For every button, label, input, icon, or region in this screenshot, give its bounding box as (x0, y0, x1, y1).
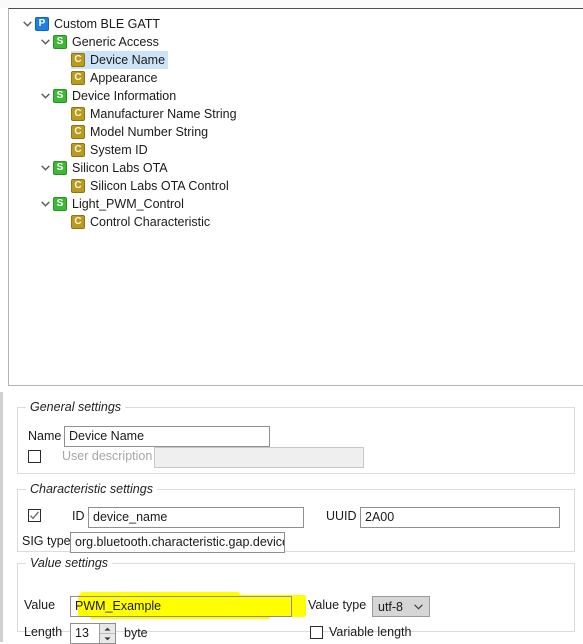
length-label: Length (24, 625, 63, 639)
name-input[interactable]: Device Name (64, 426, 270, 447)
settings-area: General settings Name Device Name User d… (0, 392, 583, 644)
tree-row[interactable]: C Control Characteristic (9, 213, 583, 231)
tree-node-label: Manufacturer Name String (90, 107, 237, 121)
characteristic-icon: C (71, 215, 85, 229)
tree-row[interactable]: C Manufacturer Name String (9, 105, 583, 123)
tree-row[interactable]: S Silicon Labs OTA (9, 159, 583, 177)
tree-node-label: Generic Access (72, 35, 159, 49)
value-type-select[interactable]: utf-8 (372, 596, 430, 617)
user-description-checkbox[interactable] (28, 450, 41, 463)
tree-row-content[interactable]: C Model Number String (71, 123, 211, 141)
service-icon: S (53, 161, 67, 175)
gatt-tree-panel: P Custom BLE GATT S Generic Access C Device N… (8, 8, 583, 386)
length-unit-label: byte (124, 626, 148, 640)
variable-length-checkbox[interactable] (310, 626, 323, 639)
tree-node-label: Light_PWM_Control (72, 197, 184, 211)
tree-row-content[interactable]: S Light_PWM_Control (53, 195, 187, 213)
tree-row-content[interactable]: S Generic Access (53, 33, 162, 51)
tree-row-content[interactable]: C System ID (71, 141, 151, 159)
service-icon: S (53, 35, 67, 49)
user-description-input (154, 447, 364, 468)
tree-row-content[interactable]: C Control Characteristic (71, 213, 213, 231)
tree-row-content[interactable]: C Device Name (71, 51, 169, 69)
tree-row[interactable]: P Custom BLE GATT (9, 15, 583, 33)
service-icon: S (53, 89, 67, 103)
tree-node-label: Control Characteristic (90, 215, 211, 229)
top-strip (0, 0, 583, 8)
variable-length-label: Variable length (329, 625, 412, 639)
chevron-down-icon[interactable] (37, 159, 53, 177)
tree-row[interactable]: C Appearance (9, 69, 583, 87)
tree-node-label: Device Information (72, 89, 177, 103)
chevron-down-icon (411, 603, 425, 610)
sig-type-label: SIG type (22, 534, 71, 548)
tree-row-content[interactable]: C Appearance (71, 69, 160, 87)
value-input[interactable]: PWM_Example (70, 596, 292, 617)
tree-row[interactable]: S Device Information (9, 87, 583, 105)
value-settings-group: Value settings Value PWM_Example Value t… (17, 556, 575, 644)
chevron-down-icon[interactable] (19, 15, 35, 33)
value-type-selected: utf-8 (378, 599, 404, 614)
value-type-label: Value type (308, 598, 367, 612)
stepper-up-icon[interactable] (100, 624, 115, 634)
tree-row-content[interactable]: C Silicon Labs OTA Control (71, 177, 232, 195)
tree-row[interactable]: C Silicon Labs OTA Control (9, 177, 583, 195)
tree-row[interactable]: S Light_PWM_Control (9, 195, 583, 213)
id-label: ID (72, 509, 85, 523)
value-label: Value (24, 598, 56, 612)
user-description-label: User description (62, 449, 153, 463)
name-label: Name (28, 429, 62, 443)
characteristic-settings-group: Characteristic settings ID device_name U… (17, 482, 575, 553)
characteristic-icon: C (71, 53, 85, 67)
tree-row-content[interactable]: P Custom BLE GATT (35, 15, 163, 33)
characteristic-settings-legend: Characteristic settings (30, 482, 153, 496)
length-stepper[interactable]: 13 (70, 623, 116, 644)
uuid-label: UUID (326, 509, 357, 523)
tree-node-label: Device Name (90, 53, 166, 67)
characteristic-icon: C (71, 179, 85, 193)
tree-node-label: Appearance (90, 71, 158, 85)
tree-node-label: System ID (90, 143, 148, 157)
tree-row[interactable]: C System ID (9, 141, 583, 159)
general-settings-legend: General settings (30, 400, 122, 414)
chevron-down-icon[interactable] (37, 195, 53, 213)
length-value[interactable]: 13 (71, 624, 99, 643)
tree-node-label: Custom BLE GATT (54, 17, 161, 31)
length-stepper-buttons[interactable] (99, 624, 115, 643)
characteristic-icon: C (71, 125, 85, 139)
tree-row-content[interactable]: S Silicon Labs OTA (53, 159, 171, 177)
id-checkbox[interactable] (28, 509, 41, 522)
tree-row-content[interactable]: C Manufacturer Name String (71, 105, 240, 123)
sig-type-input[interactable]: org.bluetooth.characteristic.gap.device_… (70, 532, 285, 553)
tree-node-label: Model Number String (90, 125, 209, 139)
uuid-input[interactable]: 2A00 (360, 507, 560, 528)
chevron-down-icon[interactable] (37, 33, 53, 51)
characteristic-icon: C (71, 107, 85, 121)
check-icon (30, 511, 39, 520)
tree-row[interactable]: C Device Name (9, 51, 583, 69)
characteristic-icon: C (71, 71, 85, 85)
service-icon: S (53, 197, 67, 211)
tree-node-label: Silicon Labs OTA Control (90, 179, 229, 193)
value-settings-legend: Value settings (30, 556, 109, 570)
tree-node-label: Silicon Labs OTA (72, 161, 168, 175)
tree-row[interactable]: S Generic Access (9, 33, 583, 51)
characteristic-icon: C (71, 143, 85, 157)
general-settings-group: General settings Name Device Name User d… (17, 400, 575, 474)
id-input[interactable]: device_name (88, 507, 304, 528)
chevron-down-icon[interactable] (37, 87, 53, 105)
gatt-tree-list[interactable]: P Custom BLE GATT S Generic Access C Device N… (9, 9, 583, 385)
tree-row[interactable]: C Model Number String (9, 123, 583, 141)
profile-icon: P (35, 17, 49, 31)
tree-row-content[interactable]: S Device Information (53, 87, 179, 105)
